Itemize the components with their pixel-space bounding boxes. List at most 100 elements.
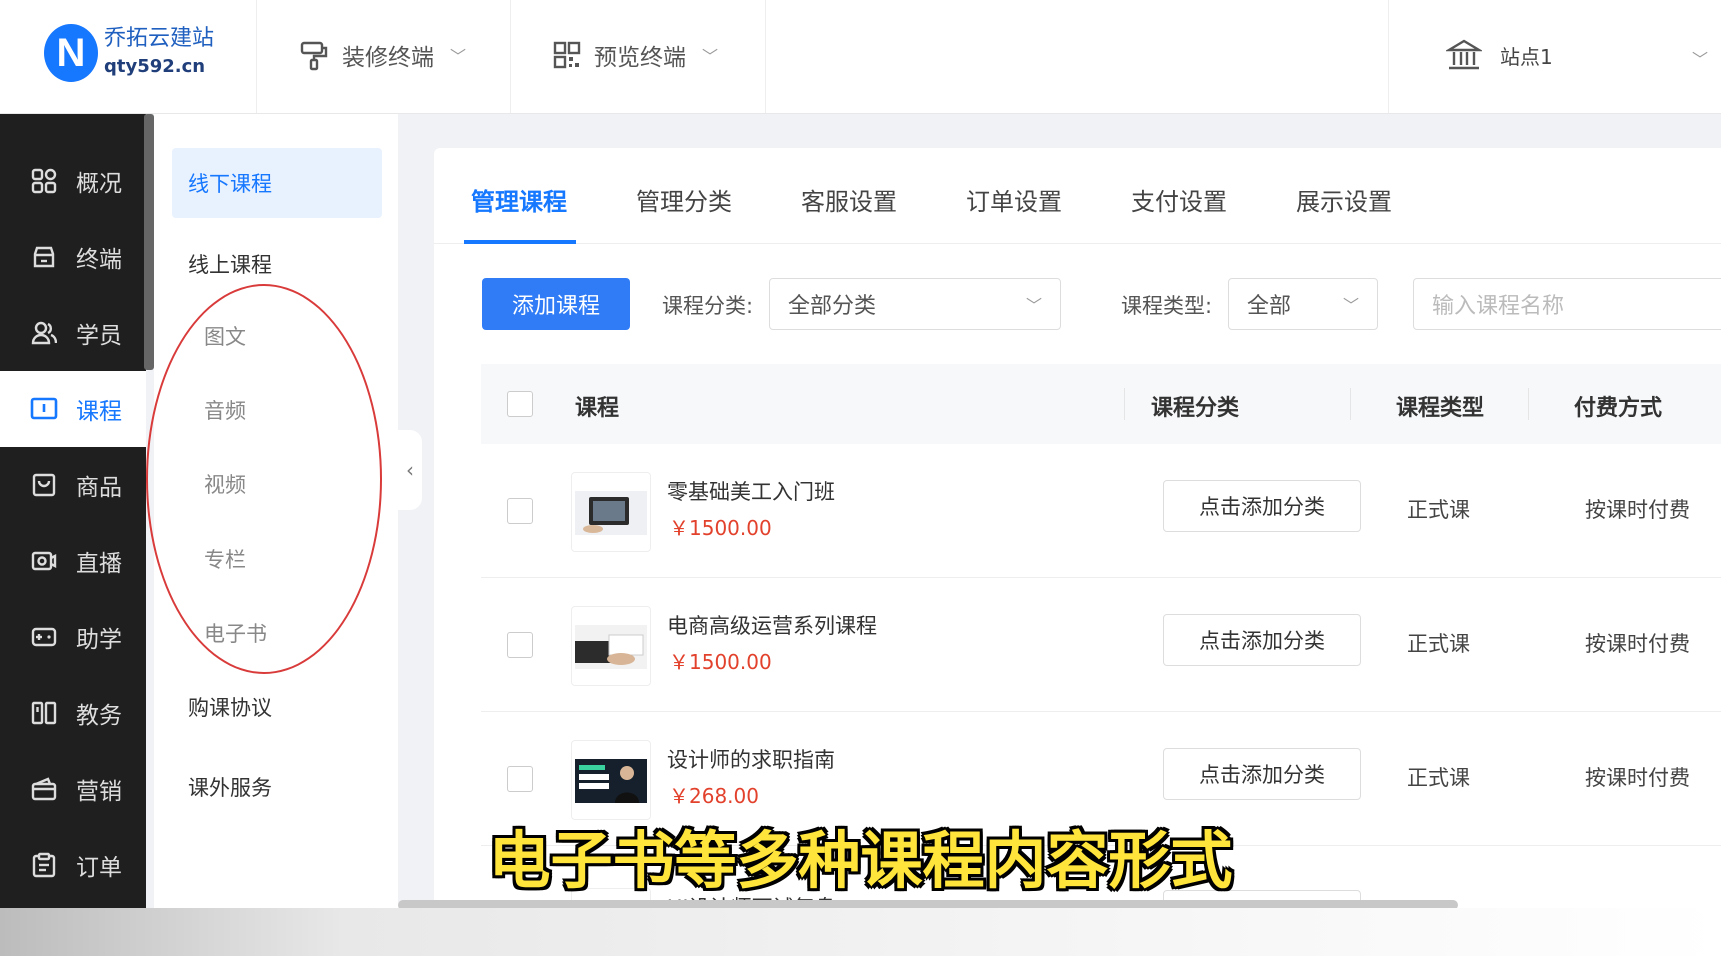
column-header-category: 课程分类 [1151, 396, 1240, 421]
course-icon [30, 395, 58, 423]
annotation-circle [146, 284, 382, 674]
add-category-button[interactable]: 点击添加分类 [1163, 614, 1361, 666]
course-title[interactable]: 零基础美工入门班 [667, 476, 835, 506]
main-panel: 管理课程 管理分类 客服设置 订单设置 支付设置 展示设置 添加课程 课程分类:… [434, 148, 1721, 908]
sidebar-item-assist[interactable]: 助学 [0, 599, 146, 675]
sidebar-item-label: 学员 [76, 323, 122, 349]
column-header-type: 课程类型 [1396, 396, 1485, 421]
brand-domain: qty592.cn [104, 56, 206, 77]
sidebar-item-label: 商品 [76, 475, 122, 501]
tab-manage-categories[interactable]: 管理分类 [636, 182, 732, 217]
payment-method: 按课时付费 [1585, 498, 1690, 522]
active-tab-indicator [464, 240, 576, 244]
top-bar: N 乔拓云建站 qty592.cn 装修终端 ﹀ 预览终端 ﹀ 站点1 ﹀ [0, 0, 1721, 114]
payment-method: 按课时付费 [1585, 766, 1690, 790]
divider [256, 0, 257, 113]
sidebar-item-academic[interactable]: 教务 [0, 675, 146, 751]
chevron-down-icon: ﹀ [1025, 296, 1042, 315]
course-thumbnail[interactable] [571, 472, 651, 552]
course-thumbnail[interactable] [571, 740, 651, 820]
collapse-subnav-button[interactable]: ‹ [398, 430, 422, 510]
course-price: ￥268.00 [669, 784, 759, 808]
gamepad-icon [30, 623, 58, 651]
sidebar-item-goods[interactable]: 商品 [0, 447, 146, 523]
sidebar-item-label: 概况 [76, 171, 122, 197]
bank-icon [1446, 39, 1482, 70]
course-title[interactable]: 电商高级运营系列课程 [667, 610, 877, 640]
divider [1388, 0, 1389, 113]
add-category-button[interactable]: 点击添加分类 [1163, 480, 1361, 532]
column-header-course: 课程 [575, 396, 620, 421]
category-select-value: 全部分类 [788, 294, 877, 319]
divider [1124, 388, 1125, 420]
sidebar-item-live[interactable]: 直播 [0, 523, 146, 599]
sidebar-item-label: 营销 [76, 779, 122, 805]
site-selector[interactable]: 站点1 [1446, 38, 1553, 72]
brand-name: 乔拓云建站 [104, 26, 215, 51]
brand-logo[interactable]: N 乔拓云建站 qty592.cn [44, 24, 214, 82]
book-icon [30, 699, 58, 727]
sidebar-item-students[interactable]: 学员 [0, 295, 146, 371]
add-category-button[interactable]: 点击添加分类 [1163, 748, 1361, 800]
divider [1350, 388, 1351, 420]
video-bottom-band [0, 908, 1721, 956]
sidebar-item-label: 教务 [76, 703, 122, 729]
add-course-button[interactable]: 添加课程 [482, 278, 630, 330]
grid-icon [30, 167, 58, 195]
course-title[interactable]: 设计师的求职指南 [667, 744, 835, 774]
divider [765, 0, 766, 113]
topnav-decorate-terminal[interactable]: 装修终端 ﹀ [298, 38, 466, 72]
table-row[interactable]: 零基础美工入门班 ￥1500.00 点击添加分类 正式课 按课时付费 [481, 444, 1721, 578]
topnav-preview-terminal[interactable]: 预览终端 ﹀ [552, 38, 718, 72]
category-select[interactable]: 全部分类 ﹀ [769, 278, 1061, 330]
divider [1528, 388, 1529, 420]
sidebar-item-terminal[interactable]: 终端 [0, 219, 146, 295]
sidebar-item-label: 直播 [76, 551, 122, 577]
logo-mark: N [44, 24, 98, 82]
subnav-offline-courses[interactable]: 线下课程 [172, 148, 382, 218]
row-checkbox[interactable] [507, 632, 533, 658]
tab-customer-service[interactable]: 客服设置 [801, 182, 897, 217]
chevron-left-icon: ‹ [406, 458, 414, 482]
video-caption: 电子书等多种课程内容形式 [488, 824, 1233, 897]
course-type: 正式课 [1407, 632, 1470, 656]
course-thumbnail[interactable] [571, 606, 651, 686]
type-filter-label: 课程类型: [1121, 294, 1213, 318]
tab-order-settings[interactable]: 订单设置 [966, 182, 1062, 217]
select-all-checkbox[interactable] [507, 391, 533, 417]
sidebar-scrollbar[interactable] [144, 114, 154, 370]
tab-display-settings[interactable]: 展示设置 [1296, 182, 1392, 217]
sidebar-item-label: 终端 [76, 247, 122, 273]
table-header: 课程 课程分类 课程类型 付费方式 [481, 364, 1721, 444]
site-label: 站点1 [1500, 44, 1553, 69]
subnav-purchase-agreement[interactable]: 购课协议 [172, 672, 382, 742]
main-sidebar: 概况 终端 学员 课程 商品 直播 助学 教务 营销 订单 [0, 114, 146, 908]
users-icon [30, 319, 58, 347]
chevron-down-icon[interactable]: ﹀ [1692, 46, 1708, 70]
type-select[interactable]: 全部 ﹀ [1228, 278, 1378, 330]
course-type: 正式课 [1407, 498, 1470, 522]
wallet-icon [30, 775, 58, 803]
course-type: 正式课 [1407, 766, 1470, 790]
table-row[interactable]: 电商高级运营系列课程 ￥1500.00 点击添加分类 正式课 按课时付费 [481, 578, 1721, 712]
course-search-input[interactable]: 输入课程名称 [1413, 278, 1721, 330]
topnav-label: 装修终端 [342, 45, 434, 71]
terminal-icon [30, 243, 58, 271]
sidebar-item-label: 课程 [76, 399, 122, 425]
row-checkbox[interactable] [507, 498, 533, 524]
column-header-payment: 付费方式 [1574, 396, 1663, 421]
row-checkbox[interactable] [507, 766, 533, 792]
course-price: ￥1500.00 [669, 516, 772, 540]
qr-code-icon [553, 41, 581, 69]
sidebar-item-courses[interactable]: 课程 [0, 371, 146, 447]
chevron-down-icon: ﹀ [702, 47, 719, 66]
live-icon [30, 547, 58, 575]
payment-method: 按课时付费 [1585, 632, 1690, 656]
goods-icon [30, 471, 58, 499]
sidebar-item-label: 助学 [76, 627, 122, 653]
topnav-label: 预览终端 [594, 45, 686, 71]
tab-manage-courses[interactable]: 管理课程 [471, 182, 567, 217]
tab-payment-settings[interactable]: 支付设置 [1131, 182, 1227, 217]
sidebar-item-overview[interactable]: 概况 [0, 143, 146, 219]
course-price: ￥1500.00 [669, 650, 772, 674]
